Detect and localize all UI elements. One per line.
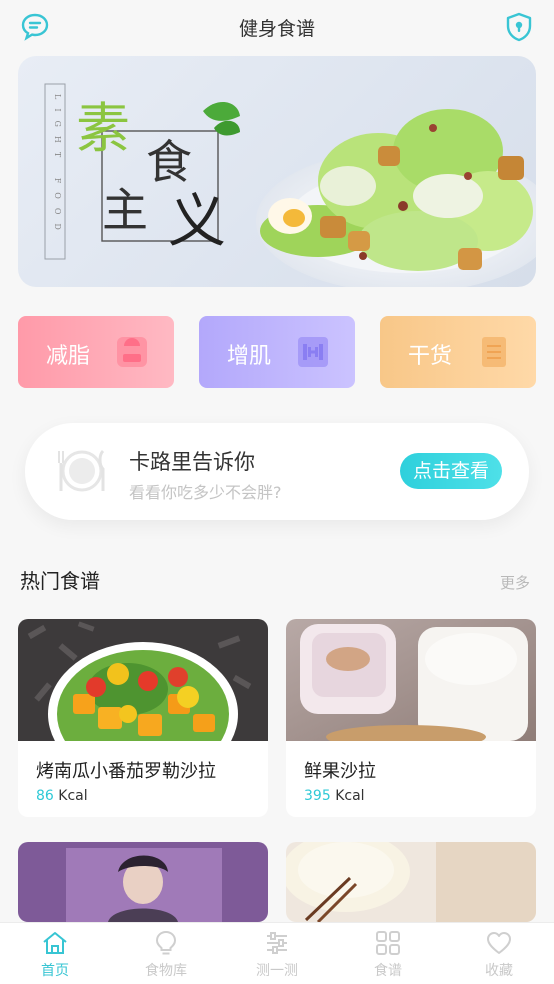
recipe-calories: 86 Kcal (36, 788, 88, 804)
recipe-name: 烤南瓜小番茄罗勒沙拉 (36, 761, 216, 782)
recipe-card[interactable] (18, 842, 268, 922)
page-title: 健身食谱 (238, 18, 315, 40)
tab-test[interactable]: 测一测 (222, 923, 332, 984)
notepad-icon (482, 337, 506, 367)
calorie-unit: Kcal (58, 788, 88, 804)
banner-title-char-4: 义 (168, 187, 227, 255)
tab-label: 测一测 (256, 963, 298, 979)
view-button[interactable]: 点击查看 (400, 453, 502, 489)
calorie-title: 卡路里告诉你 (129, 450, 255, 474)
category-fat-loss-button[interactable]: 减脂 (18, 316, 174, 388)
sliders-icon (267, 932, 287, 954)
tab-recipes[interactable]: 食谱 (333, 923, 443, 984)
category-tips-button[interactable]: 干货 (380, 316, 536, 388)
category-label: 增肌 (227, 344, 272, 369)
banner-vertical-text: LIGHT FOOD (53, 94, 62, 239)
calorie-value: 395 (304, 788, 331, 804)
scale-icon (117, 337, 147, 367)
shield-icon[interactable] (504, 12, 534, 42)
grid-icon (376, 931, 400, 955)
tab-label: 首页 (41, 963, 69, 979)
tab-label: 食物库 (145, 963, 187, 979)
recipe-card[interactable]: 烤南瓜小番茄罗勒沙拉 86 Kcal (18, 619, 268, 817)
banner-title-char-1: 素 (76, 97, 130, 160)
lightbulb-icon (155, 930, 177, 955)
home-icon (43, 932, 67, 954)
promo-banner[interactable]: LIGHT FOOD 素 食 主 义 (18, 56, 536, 287)
recipe-card[interactable] (286, 842, 536, 922)
plate-utensils-icon (58, 449, 105, 492)
category-muscle-gain-button[interactable]: 增肌 (199, 316, 355, 388)
banner-title-char-3: 主 (102, 183, 148, 237)
category-label: 干货 (408, 344, 453, 369)
calorie-value: 86 (36, 788, 54, 804)
category-label: 减脂 (46, 344, 91, 369)
recipe-image-fruit-salad (286, 619, 536, 741)
recipe-image-pumpkin-salad (18, 619, 268, 741)
recipe-image-yogurt (286, 842, 536, 922)
tab-favorites[interactable]: 收藏 (444, 923, 554, 984)
section-title: 热门食谱 (20, 569, 100, 593)
tab-home[interactable]: 首页 (0, 923, 110, 984)
recipe-image-person (18, 842, 268, 922)
recipe-calories: 395 Kcal (304, 788, 365, 804)
dumbbell-icon (298, 337, 328, 367)
calorie-subtitle: 看看你吃多少不会胖? (129, 483, 282, 502)
tab-label: 收藏 (485, 963, 513, 979)
tab-label: 食谱 (374, 963, 402, 979)
tab-food-library[interactable]: 食物库 (111, 923, 221, 984)
heart-icon (487, 932, 511, 954)
recipe-card[interactable]: 鲜果沙拉 395 Kcal (286, 619, 536, 817)
calorie-card[interactable]: 卡路里告诉你 看看你吃多少不会胖? 点击查看 (25, 423, 529, 520)
calorie-unit: Kcal (335, 788, 365, 804)
bottom-tab-bar: 首页 食物库 测一测 食谱 收藏 (0, 922, 554, 984)
recipe-name: 鲜果沙拉 (304, 761, 376, 782)
top-bar: 健身食谱 (0, 0, 554, 54)
more-link[interactable]: 更多 (500, 572, 530, 593)
